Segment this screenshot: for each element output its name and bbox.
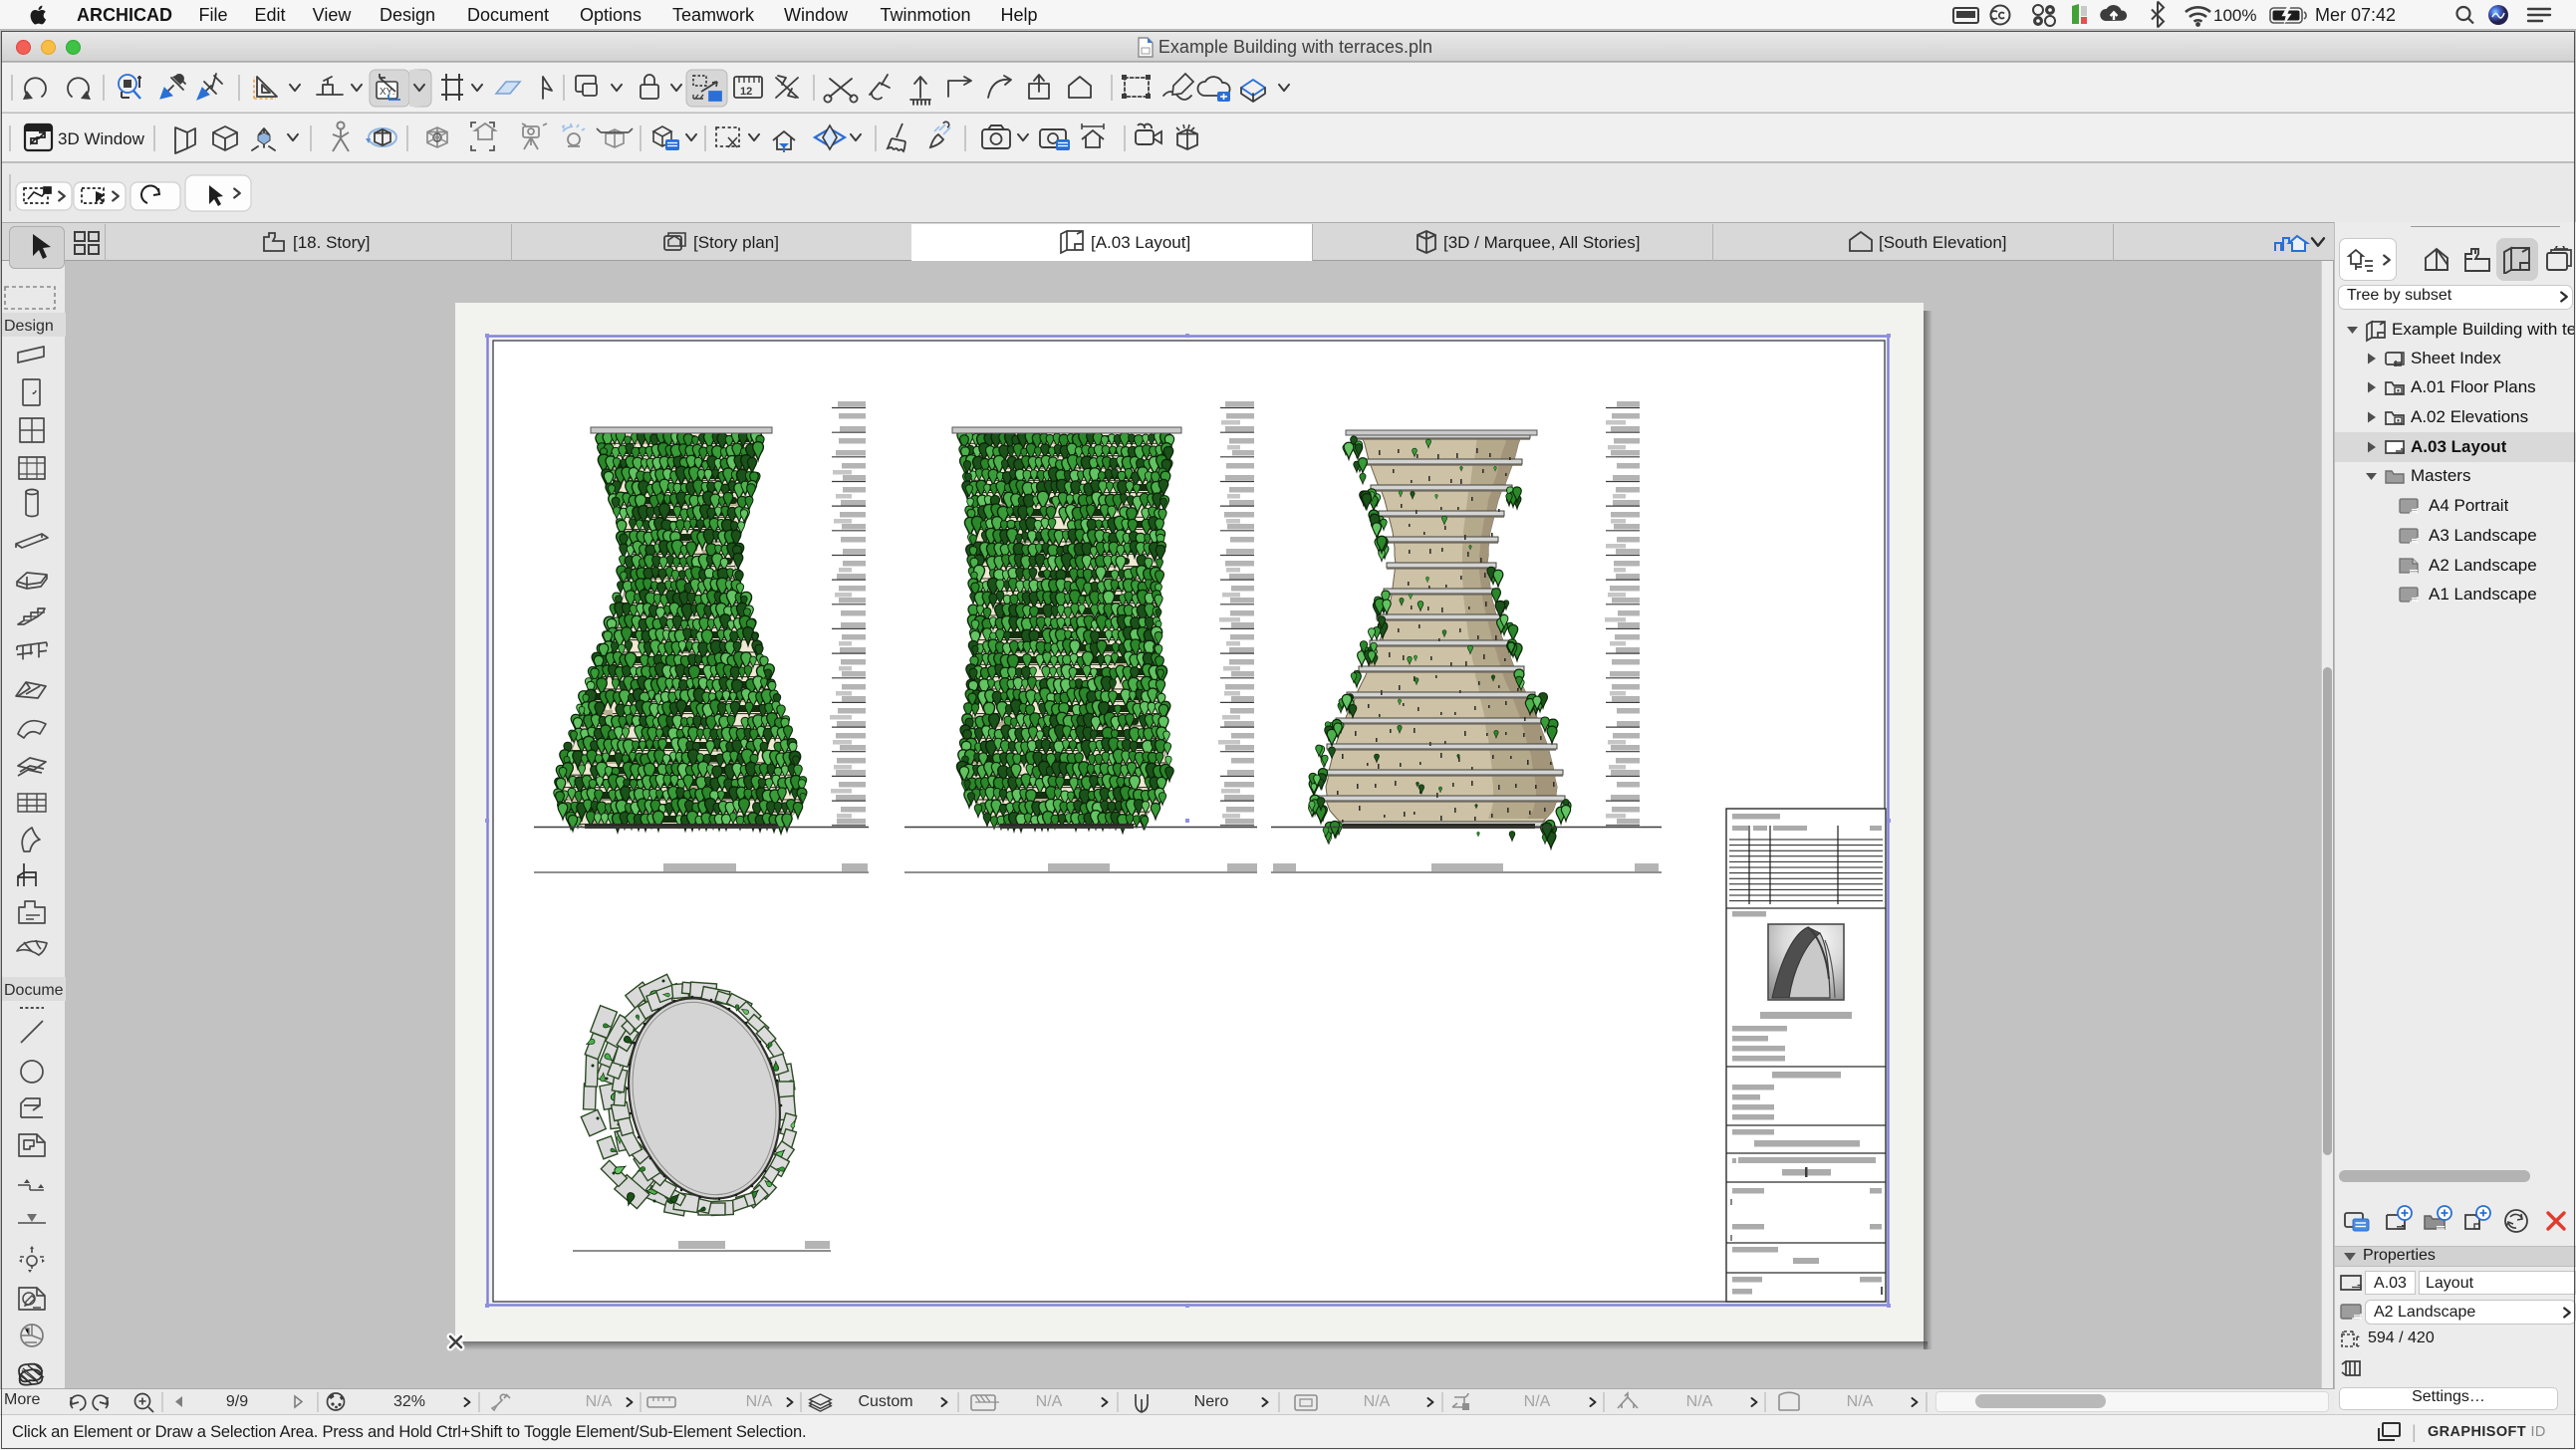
svg-text:100%: 100% <box>2213 6 2256 25</box>
svg-text:Design: Design <box>4 318 54 335</box>
svg-text:12: 12 <box>740 86 752 98</box>
svg-text:Docume: Docume <box>4 982 64 999</box>
svg-text:Mer 07:42: Mer 07:42 <box>2315 5 2396 25</box>
svg-text:3D Window: 3D Window <box>58 129 145 148</box>
